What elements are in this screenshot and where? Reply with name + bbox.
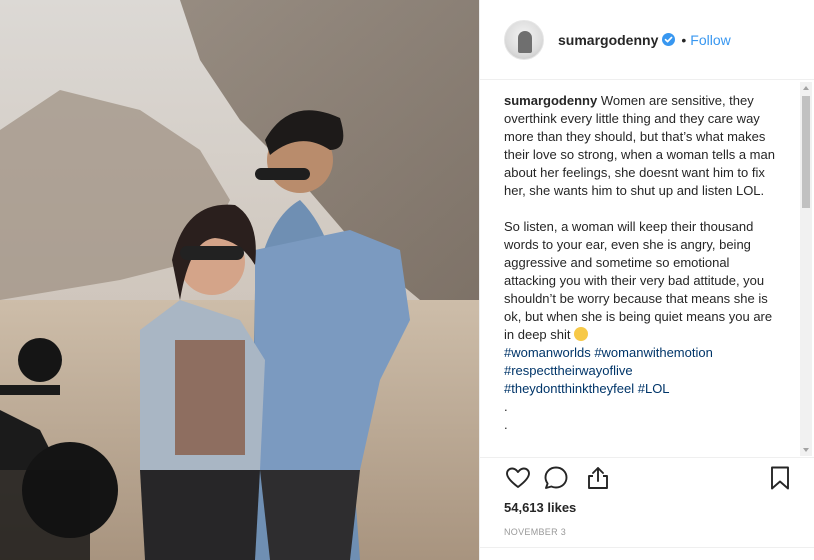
avatar-figure	[518, 30, 532, 53]
header-username[interactable]: sumargodenny	[558, 32, 658, 48]
caption-paragraph-1: sumargodenny Women are sensitive, they o…	[504, 92, 778, 200]
couple-photo-illustration	[0, 0, 479, 560]
grimacing-face-emoji-icon	[573, 327, 588, 341]
heart-icon[interactable]	[504, 464, 532, 492]
caption-scrollbar[interactable]	[800, 82, 812, 456]
post-header: sumargodenny • Follow	[480, 0, 814, 80]
hashtag-lol[interactable]: #LOL	[638, 381, 670, 396]
caption-dot-1: .	[504, 399, 508, 414]
post-sidebar: sumargodenny • Follow sumargodenny Women…	[479, 0, 814, 560]
hashtag-group-3[interactable]: #theydontthinktheyfeel	[504, 381, 634, 396]
likes-count[interactable]: 54,613 likes	[504, 500, 576, 515]
header-separator: •	[681, 31, 687, 48]
hashtag-line-3: #theydontthinktheyfeel #LOL	[504, 380, 778, 398]
comment-icon[interactable]	[542, 464, 570, 492]
scrollbar-thumb[interactable]	[802, 96, 810, 208]
caption-author[interactable]: sumargodenny	[504, 93, 597, 108]
caption-text-1: Women are sensitive, they overthink ever…	[504, 93, 775, 198]
profile-avatar[interactable]	[504, 19, 544, 60]
actions-divider	[480, 457, 814, 458]
post-photo[interactable]	[0, 0, 479, 560]
action-bar	[504, 464, 789, 496]
bookmark-icon[interactable]	[766, 464, 794, 492]
comment-section-divider	[480, 547, 814, 548]
share-icon[interactable]	[584, 464, 612, 492]
caption-area: sumargodenny Women are sensitive, they o…	[504, 92, 778, 447]
hashtag-line-2: #respecttheirwayoflive	[504, 362, 778, 380]
hashtag-group-1[interactable]: #womanworlds #womanwithemotion	[504, 345, 713, 360]
scroll-down-arrow-icon[interactable]	[803, 448, 809, 452]
hashtag-group-2[interactable]: #respecttheirwayoflive	[504, 363, 633, 378]
scroll-up-arrow-icon[interactable]	[803, 86, 809, 90]
post-container: sumargodenny • Follow sumargodenny Women…	[0, 0, 814, 560]
caption-gap	[504, 200, 778, 218]
follow-button[interactable]: Follow	[690, 32, 730, 48]
post-date[interactable]: NOVEMBER 3	[504, 527, 566, 537]
verified-badge-icon	[662, 33, 676, 46]
caption-text-2: So listen, a woman will keep their thous…	[504, 219, 773, 342]
caption-dot-2: .	[504, 417, 508, 432]
caption-paragraph-2: So listen, a woman will keep their thous…	[504, 218, 778, 344]
hashtag-line-1: #womanworlds #womanwithemotion	[504, 344, 778, 362]
